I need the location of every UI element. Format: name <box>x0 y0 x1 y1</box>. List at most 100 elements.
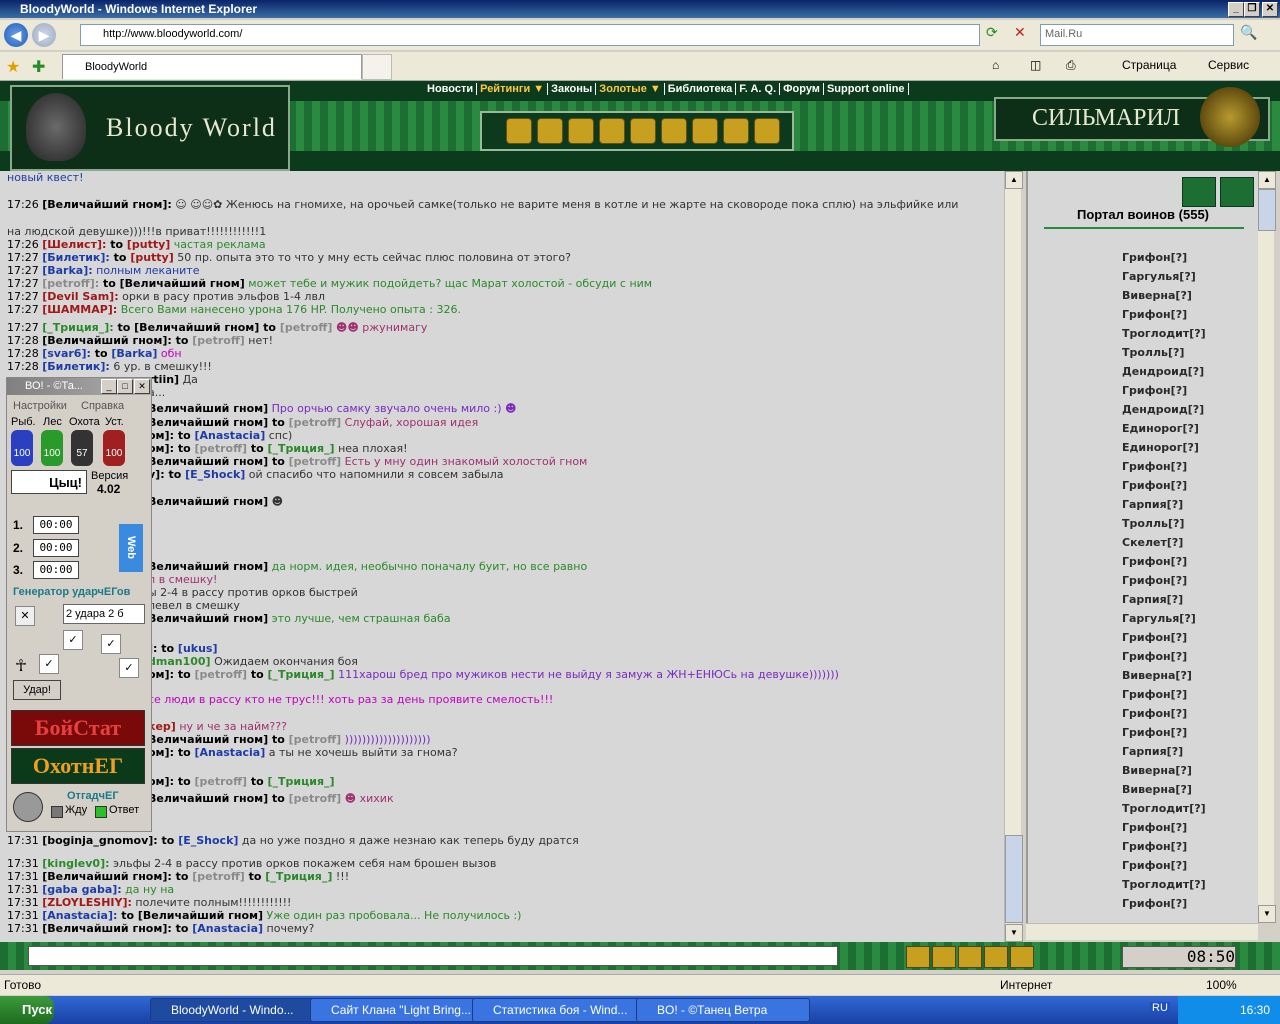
action-icon-1[interactable] <box>906 946 930 968</box>
nick[interactable]: [Величайший гном]: <box>42 334 172 347</box>
monster-item[interactable]: Грифон[?] <box>1122 897 1187 910</box>
nick[interactable]: Величайший гном] <box>148 560 268 573</box>
game-icon[interactable] <box>630 118 656 144</box>
new-tab-button[interactable] <box>362 54 392 80</box>
nick[interactable]: to <box>117 909 137 922</box>
monster-item[interactable]: Виверна[?] <box>1122 764 1192 777</box>
nick[interactable]: [Величайший гном] <box>120 277 245 290</box>
game-icon[interactable] <box>754 118 780 144</box>
monster-item[interactable]: Гаргулья[?] <box>1122 270 1196 283</box>
top-menu-item[interactable]: F. A. Q. <box>736 83 781 95</box>
nick[interactable]: [ZLOYLESHIY]: <box>42 896 132 909</box>
service-menu[interactable]: Сервис <box>1208 58 1249 72</box>
nick[interactable]: [putty] <box>130 251 173 264</box>
nick[interactable]: to <box>174 429 194 442</box>
cross-icon[interactable]: ✕ <box>15 606 35 626</box>
tab-bloodyworld[interactable]: BloodyWorld <box>62 54 362 79</box>
chat-input[interactable] <box>28 946 838 966</box>
tool-maximize-button[interactable]: □ <box>117 379 133 394</box>
hunter-button[interactable]: ОхотнЕГ <box>11 748 145 784</box>
back-icon[interactable]: ◀ <box>4 23 28 47</box>
nick[interactable]: to <box>174 668 194 681</box>
search-input[interactable]: Mail.Ru <box>1040 24 1234 46</box>
nick[interactable]: to <box>172 870 192 883</box>
nick[interactable]: [Билетик]: <box>42 251 110 264</box>
forward-icon[interactable]: ▶ <box>32 23 56 47</box>
monster-item[interactable]: Грифон[?] <box>1122 308 1187 321</box>
scroll-thumb[interactable] <box>1005 835 1023 923</box>
monster-item[interactable]: Грифон[?] <box>1122 631 1187 644</box>
taskbar-item-clan[interactable]: Сайт Клана "Light Bring... <box>310 998 484 1022</box>
monster-item[interactable]: Грифон[?] <box>1122 726 1187 739</box>
checkbox-1[interactable]: ✓ <box>63 630 83 650</box>
tool-menu-settings[interactable]: Настройки <box>13 400 67 412</box>
checkbox-4[interactable]: ✓ <box>119 658 139 678</box>
scroll-down-arrow[interactable]: ▼ <box>1005 924 1023 942</box>
nick[interactable]: [ukus] <box>178 642 218 655</box>
monster-item[interactable]: Тролль[?] <box>1122 517 1184 530</box>
nick[interactable]: to <box>99 277 119 290</box>
nick[interactable]: Величайший гном] <box>148 402 268 415</box>
nick[interactable]: to <box>172 334 192 347</box>
nick[interactable]: [Anastacia]: <box>42 909 117 922</box>
stop-button[interactable]: Цыц! <box>11 470 87 494</box>
maximize-button[interactable]: ❐ <box>1244 2 1260 17</box>
close-button[interactable]: ✕ <box>1262 2 1278 17</box>
taskbar-item-bo[interactable]: BO! - ©Танец Ветра <box>636 998 810 1022</box>
nick[interactable]: [E_Shock] <box>185 468 245 481</box>
monster-item[interactable]: Виверна[?] <box>1122 783 1192 796</box>
monster-item[interactable]: Грифон[?] <box>1122 688 1187 701</box>
nick[interactable]: to <box>165 468 185 481</box>
monster-item[interactable]: Виверна[?] <box>1122 289 1192 302</box>
nick[interactable]: [petroff] <box>289 733 342 746</box>
nick[interactable]: [petroff] <box>194 442 247 455</box>
nick[interactable]: [petroff] <box>194 668 247 681</box>
minimize-button[interactable]: _ <box>1228 2 1244 17</box>
top-menu-item[interactable]: Рейтинги ▼ <box>477 83 549 95</box>
nick[interactable]: [_Триция_]: <box>42 321 113 334</box>
monster-item[interactable]: Скелет[?] <box>1122 536 1183 549</box>
monster-item[interactable]: Троглодит[?] <box>1122 878 1206 891</box>
top-menu-item[interactable]: Золотые ▼ <box>596 83 665 95</box>
monster-item[interactable]: Грифон[?] <box>1122 821 1187 834</box>
monster-item[interactable]: Гаргулья[?] <box>1122 612 1196 625</box>
nick[interactable]: [Devil Sam]: <box>42 290 118 303</box>
monster-item[interactable]: Троглодит[?] <box>1122 802 1206 815</box>
address-field[interactable]: http://www.bloodyworld.com/ <box>80 24 980 46</box>
start-button[interactable]: Пуск <box>0 996 54 1024</box>
nick[interactable]: [Anastacia] <box>192 922 263 935</box>
action-icon-2[interactable] <box>932 946 956 968</box>
nick[interactable]: to <box>268 792 288 805</box>
game-icon[interactable] <box>568 118 594 144</box>
zoom-text[interactable]: 100% <box>1206 978 1237 992</box>
nick[interactable]: кер] <box>148 720 176 733</box>
taskbar-item-stats[interactable]: Статистика боя - Wind... <box>472 998 646 1022</box>
nick[interactable]: Величайший гном] <box>148 416 268 429</box>
nick[interactable]: [petroff] <box>280 321 333 334</box>
nick[interactable]: to <box>174 442 194 455</box>
nick[interactable]: [petroff] <box>192 870 245 883</box>
print-icon[interactable]: ⎙ <box>1066 58 1076 73</box>
nick[interactable]: [_Триция_] <box>265 870 332 883</box>
action-icon-3[interactable] <box>958 946 982 968</box>
nick[interactable]: [petroff] <box>289 455 342 468</box>
tool-titlebar[interactable]: ВО! - ©Та... _ □ ✕ <box>7 378 151 395</box>
timer-2[interactable]: 00:00 <box>33 539 79 557</box>
nick[interactable]: [kinglev0]: <box>42 857 109 870</box>
nick[interactable]: [Anastacia] <box>194 429 265 442</box>
nick[interactable]: to <box>114 321 134 334</box>
nick[interactable]: [Билетик]: <box>42 360 110 373</box>
monster-item[interactable]: Гарпия[?] <box>1122 593 1183 606</box>
nick[interactable]: to <box>172 922 192 935</box>
nick[interactable]: to <box>259 321 279 334</box>
nick[interactable]: [boginja_gnomov]: <box>42 834 158 847</box>
monster-item[interactable]: Троглодит[?] <box>1122 327 1206 340</box>
top-menu-item[interactable]: Библиотека <box>664 83 737 95</box>
monster-item[interactable]: Единорог[?] <box>1122 441 1199 454</box>
flag-icon[interactable] <box>1220 177 1254 207</box>
checkbox-2[interactable]: ✓ <box>101 634 121 654</box>
nick[interactable]: to <box>247 442 267 455</box>
nick[interactable]: [petroff] <box>289 792 342 805</box>
tool-menu-help[interactable]: Справка <box>81 400 124 412</box>
nick[interactable]: to <box>174 775 194 788</box>
